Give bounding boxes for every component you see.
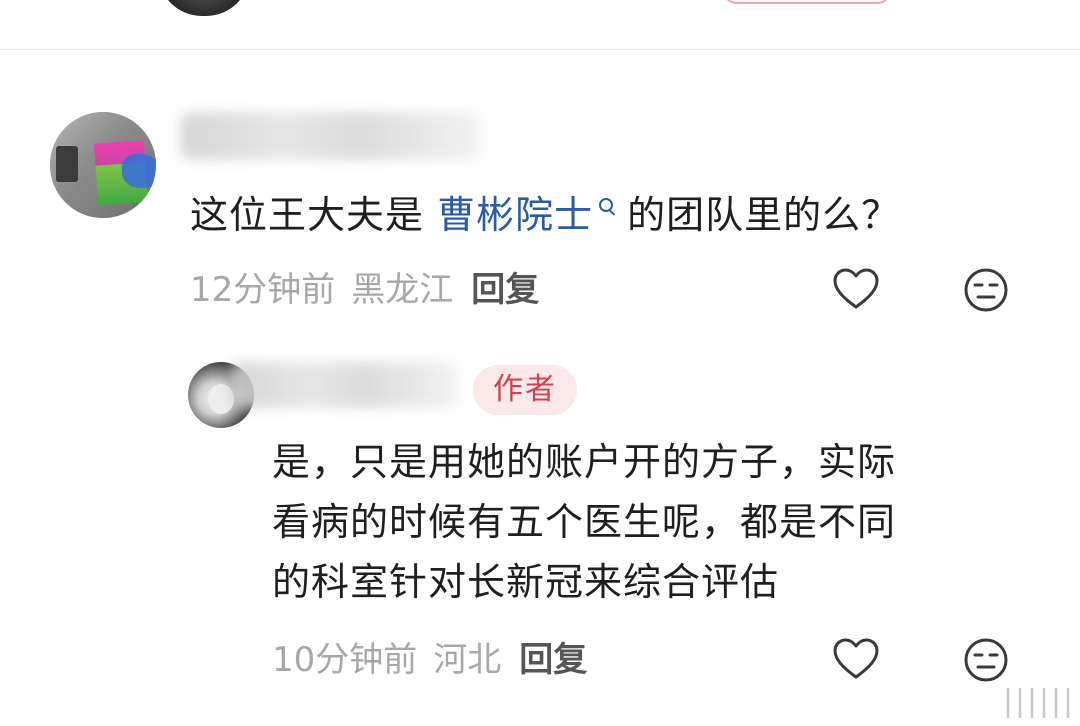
comment-text: 这位王大夫是 曹彬院士 的团队里的么？ xyxy=(190,188,900,242)
reply-text-line: 看病的时候有五个医生呢，都是不同 xyxy=(272,500,897,544)
reply-text: 是，只是用她的账户开的方子，实际 看病的时候有五个医生呢，都是不同 的科室针对长… xyxy=(272,432,1032,612)
reply-meta: 10分钟前 河北 回复 xyxy=(272,638,587,682)
heart-outline-icon[interactable] xyxy=(832,636,880,684)
avatar[interactable] xyxy=(158,0,250,16)
comment-meta: 12分钟前 黑龙江 回复 xyxy=(190,268,539,312)
reply-text-line: 的科室针对长新冠来综合评估 xyxy=(272,560,780,604)
avatar[interactable] xyxy=(50,112,156,218)
divider xyxy=(0,49,1080,50)
region: 河北 xyxy=(433,640,502,680)
timestamp: 12分钟前 xyxy=(190,270,336,310)
comment-thread: 这位王大夫是 曹彬院士 的团队里的么？ 12分钟前 黑龙江 回复 作者 是，只是用她的… xyxy=(0,0,1080,726)
topic-link[interactable]: 曹彬院士 xyxy=(437,193,593,237)
comment-text-suffix: 的团队里的么？ xyxy=(627,193,901,237)
username-blurred[interactable] xyxy=(180,112,480,160)
comment-text-prefix: 这位王大夫是 xyxy=(190,193,438,237)
region: 黑龙江 xyxy=(351,270,454,310)
author-badge: 作者 xyxy=(473,365,577,415)
follow-button[interactable] xyxy=(722,0,892,4)
reply-button[interactable]: 回复 xyxy=(519,640,587,680)
heart-outline-icon[interactable] xyxy=(832,266,880,314)
search-icon[interactable] xyxy=(599,198,614,212)
username-blurred[interactable] xyxy=(230,362,458,408)
timestamp: 10分钟前 xyxy=(272,640,418,680)
previous-comment-strip xyxy=(0,0,1080,50)
neutral-face-icon[interactable] xyxy=(962,266,1010,314)
neutral-face-icon[interactable] xyxy=(962,636,1010,684)
reply-button[interactable]: 回复 xyxy=(471,270,539,310)
reply-text-line: 是，只是用她的账户开的方子，实际 xyxy=(272,440,897,484)
watermark-icon xyxy=(1006,688,1070,718)
